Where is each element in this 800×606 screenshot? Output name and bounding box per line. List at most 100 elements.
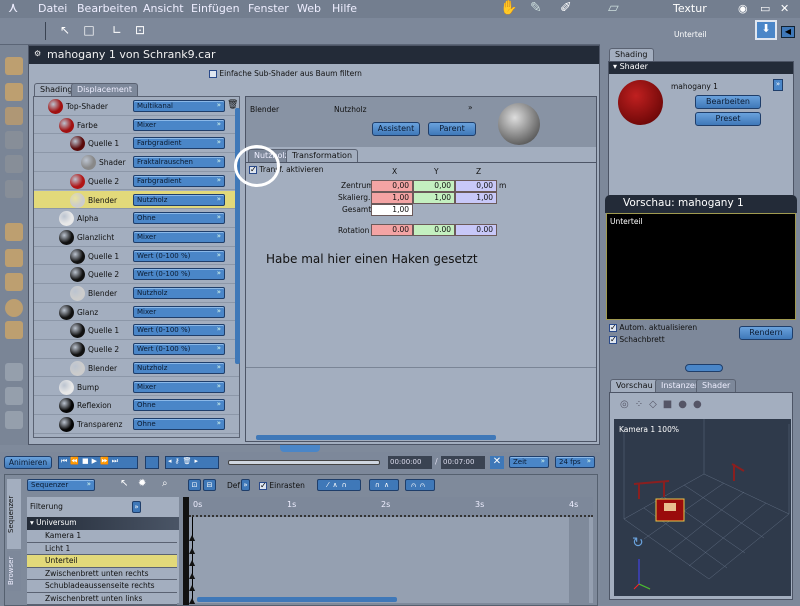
- menu-datei[interactable]: Datei: [38, 2, 67, 15]
- keyframe-marker[interactable]: ▲: [189, 558, 195, 567]
- time-mode-dropdown[interactable]: Zeit»: [509, 456, 549, 468]
- track-item[interactable]: Zwischenbrett unten links: [27, 592, 177, 605]
- tangent-icons[interactable]: ∩∧: [369, 479, 399, 491]
- zoom-icon[interactable]: [5, 411, 23, 429]
- tree-scrollbar[interactable]: [235, 108, 240, 364]
- filter-dropdown-icon[interactable]: »: [132, 501, 141, 513]
- node-type-dropdown[interactable]: Nutzholz»: [133, 361, 225, 374]
- curve-type-icons[interactable]: ⁄∧∩: [317, 479, 361, 491]
- move-tool-icon[interactable]: [5, 83, 23, 101]
- track-item[interactable]: Zwischenbrett unten rechts: [27, 567, 177, 580]
- box-icon[interactable]: [5, 321, 23, 339]
- tab-shading-right[interactable]: Shading: [609, 48, 654, 61]
- shader-tree-row[interactable]: Farbe Mixer»: [34, 116, 239, 135]
- globe-icon[interactable]: [5, 299, 23, 317]
- zentrum-z[interactable]: 0,00: [455, 180, 497, 192]
- node-type-dropdown[interactable]: Wert (0-100 %)»: [133, 268, 225, 281]
- pointer-icon[interactable]: ↖: [120, 478, 128, 489]
- fit-icon[interactable]: ⊡: [188, 479, 201, 491]
- hand-icon[interactable]: [5, 387, 23, 405]
- shader-tree-row[interactable]: Transparenz Ohne»: [34, 415, 239, 434]
- eye-icon[interactable]: ◉: [738, 2, 748, 15]
- window-menu-icon[interactable]: ⚙: [34, 49, 41, 58]
- track-item[interactable]: Schubladeaussenseite rechts: [27, 580, 177, 593]
- zoom-icon[interactable]: ⌕: [162, 478, 168, 489]
- node-type-dropdown[interactable]: Nutzholz»: [133, 287, 225, 299]
- pick-object-icon[interactable]: ◀: [781, 26, 795, 38]
- shader-tree-row[interactable]: Glanzlicht Mixer»: [34, 228, 239, 247]
- angle-icon[interactable]: ∟: [110, 23, 124, 37]
- tool-icon[interactable]: [5, 180, 23, 198]
- shader-tree-row[interactable]: Shader Fraktalrauschen»: [34, 153, 239, 172]
- menu-ansicht[interactable]: Ansicht: [143, 2, 184, 15]
- skalierg-z[interactable]: 1,00: [455, 192, 497, 204]
- move-cross-icon[interactable]: [5, 249, 23, 267]
- frame-icon[interactable]: ⊟: [203, 479, 216, 491]
- shader-tree-row[interactable]: Quelle 1 Wert (0-100 %)»: [34, 247, 239, 266]
- track-item[interactable]: Unterteil: [27, 555, 177, 568]
- node-type-dropdown[interactable]: Mixer»: [133, 380, 225, 393]
- detail-hscrollbar[interactable]: [256, 435, 496, 440]
- move-cross-icon[interactable]: [5, 273, 23, 291]
- side-tab-sequenzer[interactable]: Sequenzer: [7, 479, 21, 549]
- skalierg-y[interactable]: 1,00: [413, 192, 455, 204]
- shader-tree-row[interactable]: Quelle 2 Wert (0-100 %)»: [34, 340, 239, 359]
- keyframe-marker[interactable]: ▲: [189, 571, 195, 580]
- display-mode-icons[interactable]: ◎⁘◇■●●: [620, 399, 708, 410]
- auto-update-checkbox[interactable]: ✓: [609, 324, 617, 332]
- time-ruler[interactable]: 0s 1s 2s 3s 4s: [189, 497, 593, 517]
- timeline-hscrollbar[interactable]: [197, 597, 397, 602]
- box-select-icon[interactable]: □: [82, 23, 96, 37]
- shader-tree-row[interactable]: Quelle 1 Farbgradient»: [34, 134, 239, 154]
- node-type-dropdown[interactable]: Ohne»: [133, 212, 225, 225]
- filter-subshader[interactable]: Einfache Sub-Shader aus Baum filtern: [209, 69, 362, 78]
- node-type-dropdown[interactable]: Wert (0-100 %)»: [133, 324, 225, 337]
- shader-section-header[interactable]: ▾ Shader: [609, 62, 793, 74]
- 3d-viewport[interactable]: ↻ Kamera 1 100%: [614, 419, 791, 596]
- total-time-field[interactable]: 00:07:00: [441, 456, 485, 469]
- animate-button[interactable]: Animieren: [4, 456, 52, 469]
- menu-web[interactable]: Web: [297, 2, 321, 15]
- shader-tree-row[interactable]: Quelle 2 Wert (0-100 %)»: [34, 265, 239, 284]
- node-type-dropdown[interactable]: Ohne»: [133, 399, 225, 412]
- move-cross-icon[interactable]: [5, 223, 23, 241]
- shader-tree-row[interactable]: Top-Shader Multikanal»: [34, 97, 239, 116]
- track-item[interactable]: Kamera 1: [27, 530, 177, 543]
- key-icons[interactable]: ⩀⩀: [405, 479, 435, 491]
- room-icon[interactable]: ✋: [500, 0, 517, 16]
- keyframe-marker[interactable]: ▲: [189, 533, 195, 542]
- preset-button[interactable]: Preset: [695, 112, 761, 126]
- shader-tree-row[interactable]: Reflexion Ohne»: [34, 396, 239, 415]
- shader-dropdown-icon[interactable]: »: [773, 79, 783, 91]
- fps-dropdown[interactable]: 24 fps»: [555, 456, 595, 468]
- maximize-icon[interactable]: ▭: [760, 2, 770, 15]
- sequencer-mode-dropdown[interactable]: Sequenzer»: [27, 479, 95, 491]
- shader-tree-row[interactable]: Alpha Ohne»: [34, 209, 239, 228]
- panel-splitter-handle[interactable]: [685, 364, 723, 372]
- shader-tree-row[interactable]: Quelle 1 Wert (0-100 %)»: [34, 321, 239, 341]
- room-icon[interactable]: ✐: [560, 0, 572, 16]
- shader-tree-row[interactable]: Blender Nutzholz»: [34, 359, 239, 378]
- close-icon[interactable]: ✕: [780, 2, 789, 15]
- keyframe-marker[interactable]: ▲: [189, 596, 195, 605]
- node-type-dropdown[interactable]: Fraktalrauschen»: [133, 156, 225, 169]
- close-x-icon[interactable]: ✕: [490, 456, 504, 469]
- snap-checkbox[interactable]: ✓: [259, 482, 267, 490]
- checker-checkbox[interactable]: ✓: [609, 336, 617, 344]
- light-icon[interactable]: ✹: [138, 478, 146, 489]
- node-type-dropdown[interactable]: Mixer»: [133, 305, 225, 318]
- edit-button[interactable]: Bearbeiten: [695, 95, 761, 109]
- room-icon[interactable]: ▱: [608, 0, 619, 16]
- node-type-dropdown[interactable]: Multikanal»: [133, 100, 225, 112]
- keyframe-controls[interactable]: ◂⚷🗑▸: [165, 456, 219, 469]
- rotate-camera-icon[interactable]: ↻: [632, 535, 644, 551]
- download-icon[interactable]: ⬇: [755, 20, 777, 40]
- keyframe-marker[interactable]: ▲: [189, 546, 195, 555]
- checker-toggle[interactable]: ✓ Schachbrett: [609, 335, 665, 344]
- auto-update-toggle[interactable]: ✓ Autom. aktualisieren: [609, 323, 697, 332]
- node-type-dropdown[interactable]: Ohne»: [133, 417, 225, 430]
- node-type-dropdown[interactable]: Farbgradient»: [133, 137, 225, 150]
- skalierg-x[interactable]: 1,00: [371, 192, 413, 204]
- playback-controls[interactable]: ⏮⏪■▶⏩⏭: [58, 456, 138, 469]
- shader-tree-row[interactable]: Glanz Mixer»: [34, 303, 239, 322]
